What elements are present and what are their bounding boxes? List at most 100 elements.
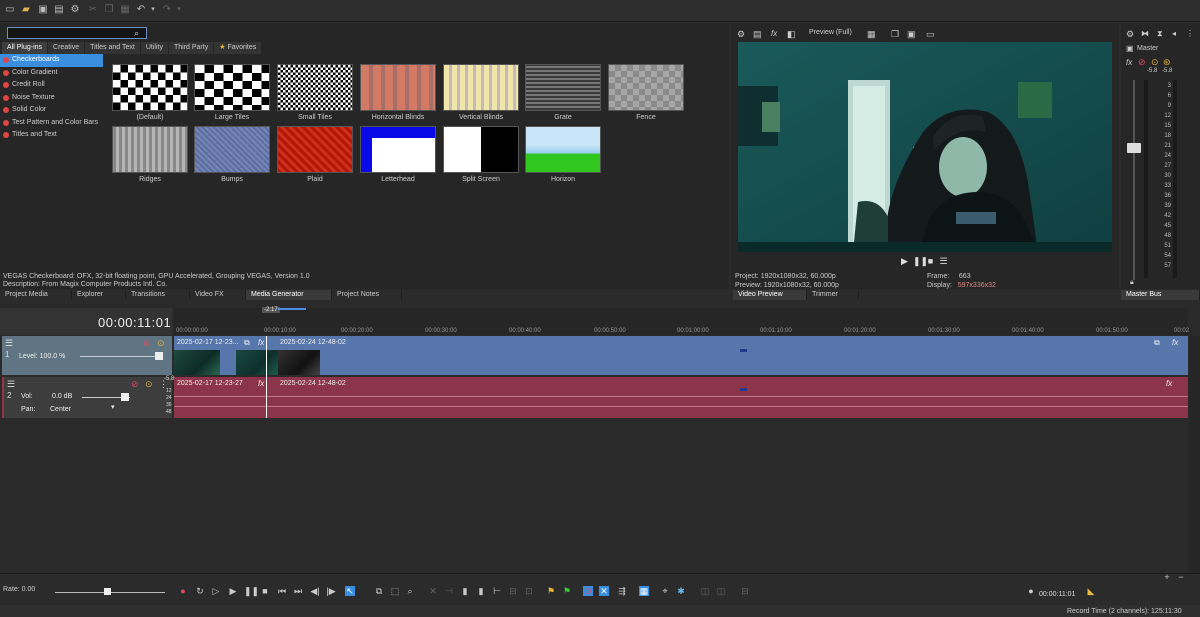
envelope-tool-icon[interactable]: ⧉ (374, 586, 384, 596)
preset-letterhead[interactable]: Letterhead (360, 126, 436, 183)
preset-plaid[interactable]: Plaid (277, 126, 353, 183)
preset-horizon[interactable]: Horizon (525, 126, 601, 183)
preset-horizontal-blinds[interactable]: Horizontal Blinds (360, 64, 436, 121)
delete-icon[interactable]: ✕ (428, 586, 438, 596)
next-frame-icon[interactable]: |▶ (326, 586, 336, 596)
solo-icon[interactable]: ⊙ (145, 379, 153, 390)
list-item[interactable]: Solid Color (0, 104, 103, 117)
tab-transitions[interactable]: Transitions (126, 290, 190, 300)
solo-icon[interactable]: ⊙ (157, 338, 165, 349)
marker-icon[interactable]: ⚑ (546, 586, 556, 596)
play-icon[interactable]: ▶ (900, 257, 909, 266)
record-icon[interactable]: ● (178, 586, 188, 596)
preview-quality[interactable]: Preview (Full) (809, 29, 852, 36)
rate-slider-handle[interactable] (104, 588, 111, 595)
pause-icon[interactable]: ❚❚ (244, 586, 259, 596)
list-item[interactable]: Test Pattern and Color Bars (0, 117, 103, 130)
zoom-in-icon[interactable]: + (1162, 572, 1172, 582)
undo-icon[interactable]: ↶ (136, 5, 146, 15)
play-icon[interactable]: ▶ (228, 586, 238, 596)
downmix-icon[interactable]: ⧓ (1141, 29, 1149, 38)
play-from-start-icon[interactable]: ▷ (211, 586, 221, 596)
playhead[interactable] (266, 336, 267, 418)
grid-icon[interactable]: ▦ (867, 29, 876, 40)
video-track-header[interactable]: ☰ 1 ⊘ ⊙ Level: 100.0 % (2, 336, 172, 375)
gear-icon[interactable]: ⚙ (1126, 29, 1134, 40)
open-icon[interactable]: ▰ (21, 5, 31, 15)
stop-icon[interactable]: ■ (926, 257, 935, 266)
search-input[interactable]: ⌕ (7, 27, 147, 39)
settings-icon[interactable]: ⚙ (70, 5, 80, 15)
menu-icon[interactable]: ☰ (939, 257, 948, 266)
tab-utility[interactable]: Utility (140, 42, 169, 54)
tab-trimmer[interactable]: Trimmer (807, 290, 859, 300)
overlays-icon[interactable]: ▭ (926, 29, 935, 40)
lock-events-icon[interactable]: ⊡ (524, 586, 534, 596)
preset-split-screen[interactable]: Split Screen (443, 126, 519, 183)
save-as-icon[interactable]: ▤ (54, 5, 64, 15)
video-track-lane[interactable]: 2025-02-17 12-23... ⧉ fx 2025-02-24 12-4… (174, 336, 1188, 375)
snapping-icon[interactable]: ⊙ (583, 586, 593, 596)
pan-crop-icon[interactable]: ⧉ (1154, 338, 1160, 348)
loop-region[interactable] (278, 308, 306, 310)
fx-icon[interactable]: fx (1126, 58, 1132, 67)
tab-master-bus[interactable]: Master Bus (1121, 290, 1200, 300)
hover-scrub-icon[interactable]: ◫ (716, 586, 726, 596)
mute-icon[interactable]: ⊘ (1138, 57, 1146, 68)
fx-icon[interactable]: fx (258, 379, 264, 388)
cut-icon[interactable]: ✂ (88, 5, 98, 15)
automation-icon[interactable]: ⊛ (1163, 57, 1171, 68)
color-grading-icon[interactable]: ✱ (676, 586, 686, 596)
nest-icon[interactable]: ⊟ (740, 586, 750, 596)
zoom-tool-icon[interactable]: ⌕ (405, 586, 415, 596)
ripple-edit-icon[interactable]: ⇶ (617, 586, 627, 596)
pan-slider-handle[interactable]: ▾ (111, 403, 115, 411)
vol-slider-handle[interactable] (121, 393, 129, 401)
preset-small-tiles[interactable]: Small Tiles (277, 64, 353, 121)
tab-explorer[interactable]: Explorer (72, 290, 126, 300)
project-settings-icon[interactable]: ▤ (753, 29, 762, 40)
mute-icon[interactable]: ⊘ (131, 379, 139, 390)
master-fader-handle[interactable] (1127, 143, 1141, 153)
preset-default[interactable]: (Default) (112, 64, 188, 121)
level-slider-handle[interactable] (155, 352, 163, 360)
fx-icon[interactable]: fx (1166, 379, 1172, 388)
stop-icon[interactable]: ■ (260, 586, 270, 596)
region-icon[interactable]: ⚑ (562, 586, 572, 596)
gear-icon[interactable]: ⚙ (737, 29, 745, 40)
preset-grate[interactable]: Grate (525, 64, 601, 121)
pan-crop-icon[interactable]: ⧉ (244, 338, 250, 348)
pause-icon[interactable]: ❚❚ (913, 257, 928, 266)
save-icon[interactable]: ▣ (38, 5, 48, 15)
master-checkbox[interactable]: ▣ (1126, 44, 1134, 53)
tab-project-notes[interactable]: Project Notes (332, 290, 402, 300)
list-item[interactable]: Checkerboards (0, 54, 103, 67)
track-menu-icon[interactable]: ☰ (5, 338, 13, 349)
mute-icon[interactable]: ◂ (1172, 29, 1176, 38)
selection-tool-icon[interactable]: ⬚ (390, 586, 400, 596)
tab-titles-and-text[interactable]: Titles and Text (85, 42, 141, 54)
lock-icon[interactable]: 🔒︎ (1130, 279, 1134, 287)
list-item[interactable]: Credit Roll (0, 79, 103, 92)
tab-favorites[interactable]: ★ Favorites (214, 42, 263, 54)
track-menu-icon[interactable]: ☰ (7, 379, 15, 390)
fx-icon[interactable]: fx (1172, 338, 1178, 347)
list-item[interactable]: Noise Texture (0, 92, 103, 105)
go-to-end-icon[interactable]: ⏭︎ (293, 586, 303, 596)
trim-start-icon[interactable]: ▮ (460, 586, 470, 596)
normal-edit-tool-icon[interactable]: ↖ (345, 586, 355, 596)
tab-project-media[interactable]: Project Media (0, 290, 72, 300)
fx-icon[interactable]: fx (771, 29, 777, 38)
timecode-display[interactable]: 00:00:11:01 (98, 315, 171, 330)
preset-vertical-blinds[interactable]: Vertical Blinds (443, 64, 519, 121)
motion-tracking-icon[interactable]: ⌖ (660, 586, 670, 596)
tab-creative[interactable]: Creative (48, 42, 86, 54)
split-screen-icon[interactable]: ◧ (787, 29, 796, 40)
lock-icon[interactable]: ⊟ (508, 586, 518, 596)
tab-third-party[interactable]: Third Party (168, 42, 215, 54)
audio-track-header[interactable]: ☰ 2 ⊘ ⊙ ⋮ Vol: 0.0 dB Pan: Center ▾ -5.8… (2, 376, 174, 418)
zoom-out-icon[interactable]: − (1176, 572, 1186, 582)
vertical-scrollbar[interactable] (1189, 336, 1200, 573)
preset-fence[interactable]: Fence (608, 64, 684, 121)
go-to-start-icon[interactable]: ⏮︎ (277, 586, 287, 596)
